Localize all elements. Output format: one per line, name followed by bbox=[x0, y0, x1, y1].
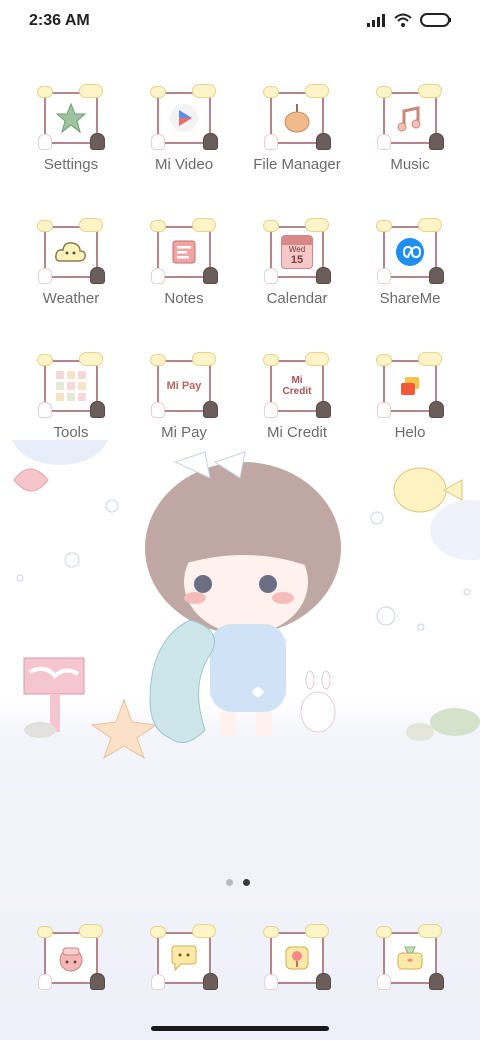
messages-icon bbox=[171, 945, 197, 972]
wifi-icon bbox=[394, 13, 412, 27]
status-bar: 2:36 AM bbox=[0, 0, 480, 44]
browser-app-icon[interactable] bbox=[263, 924, 331, 990]
messages-app-icon[interactable] bbox=[150, 924, 218, 990]
shareme-app-icon[interactable] bbox=[376, 218, 444, 284]
app-notes[interactable]: Notes bbox=[128, 218, 240, 307]
weather-app-icon[interactable] bbox=[37, 218, 105, 284]
music-app-icon[interactable] bbox=[376, 84, 444, 150]
mi-pay-app-icon[interactable]: Mi Pay bbox=[150, 352, 218, 418]
signal-icon bbox=[367, 14, 385, 27]
browser-icon bbox=[285, 946, 309, 970]
calendar-date: 15 bbox=[290, 254, 304, 266]
status-icons bbox=[366, 13, 452, 27]
mipay-icon: Mi Pay bbox=[166, 380, 202, 392]
app-shareme[interactable]: ShareMe bbox=[354, 218, 466, 307]
dock-app-browser[interactable] bbox=[241, 924, 353, 990]
app-label: Weather bbox=[42, 290, 100, 307]
app-label: Music bbox=[390, 156, 430, 173]
app-label: ShareMe bbox=[379, 290, 441, 307]
phone-app-icon[interactable] bbox=[37, 924, 105, 990]
wallpaper-illustration bbox=[12, 440, 480, 760]
app-label: Settings bbox=[43, 156, 99, 173]
app-settings[interactable]: Settings bbox=[15, 84, 127, 173]
shareme-icon bbox=[396, 238, 424, 266]
fruit-icon bbox=[284, 104, 310, 133]
page-dot-2-active[interactable] bbox=[243, 879, 250, 886]
app-tools-folder[interactable]: Tools bbox=[15, 352, 127, 441]
app-file-manager[interactable]: File Manager bbox=[241, 84, 353, 173]
phone-icon bbox=[59, 947, 83, 972]
notes-app-icon[interactable] bbox=[150, 218, 218, 284]
helo-app-icon[interactable] bbox=[376, 352, 444, 418]
app-label: Calendar bbox=[266, 290, 328, 307]
app-music[interactable]: Music bbox=[354, 84, 466, 173]
dock-app-phone[interactable] bbox=[15, 924, 127, 990]
file-manager-app-icon[interactable] bbox=[263, 84, 331, 150]
calendar-icon: Wed 15 bbox=[281, 235, 313, 269]
settings-app-icon[interactable] bbox=[37, 84, 105, 150]
mi-credit-app-icon[interactable]: Mi Credit bbox=[263, 352, 331, 418]
app-label: Mi Video bbox=[154, 156, 214, 173]
app-mi-video[interactable]: Mi Video bbox=[128, 84, 240, 173]
app-label: Mi Pay bbox=[161, 424, 207, 441]
battery-icon bbox=[420, 13, 451, 27]
starfish-icon bbox=[55, 102, 87, 134]
page-dot-1[interactable] bbox=[226, 879, 233, 886]
play-icon bbox=[170, 104, 198, 132]
app-label: Notes bbox=[164, 290, 204, 307]
tools-grid-icon bbox=[56, 371, 86, 401]
micredit-icon: Mi Credit bbox=[282, 375, 312, 397]
helo-icon bbox=[401, 377, 419, 395]
notes-icon bbox=[172, 240, 196, 264]
calendar-day: Wed bbox=[288, 245, 306, 254]
page-indicator[interactable] bbox=[226, 879, 250, 886]
home-indicator-bar[interactable] bbox=[151, 1026, 329, 1031]
mi-video-app-icon[interactable] bbox=[150, 84, 218, 150]
camera-icon bbox=[397, 946, 423, 970]
camera-app-icon[interactable] bbox=[376, 924, 444, 990]
app-weather[interactable]: Weather bbox=[15, 218, 127, 307]
app-mi-pay[interactable]: Mi Pay Mi Pay bbox=[128, 352, 240, 441]
tools-folder-icon[interactable] bbox=[37, 352, 105, 418]
app-mi-credit[interactable]: Mi Credit Mi Credit bbox=[241, 352, 353, 441]
music-note-icon bbox=[397, 106, 421, 132]
app-label: Helo bbox=[394, 424, 426, 441]
app-calendar[interactable]: Wed 15 Calendar bbox=[241, 218, 353, 307]
app-label: Mi Credit bbox=[266, 424, 327, 441]
dock-app-messages[interactable] bbox=[128, 924, 240, 990]
clock: 2:36 AM bbox=[29, 12, 90, 29]
app-label: Tools bbox=[53, 424, 89, 441]
app-helo[interactable]: Helo bbox=[354, 352, 466, 441]
cloud-icon bbox=[55, 242, 86, 262]
calendar-app-icon[interactable]: Wed 15 bbox=[263, 218, 331, 284]
dock-app-camera[interactable] bbox=[354, 924, 466, 990]
app-label: File Manager bbox=[253, 156, 341, 173]
